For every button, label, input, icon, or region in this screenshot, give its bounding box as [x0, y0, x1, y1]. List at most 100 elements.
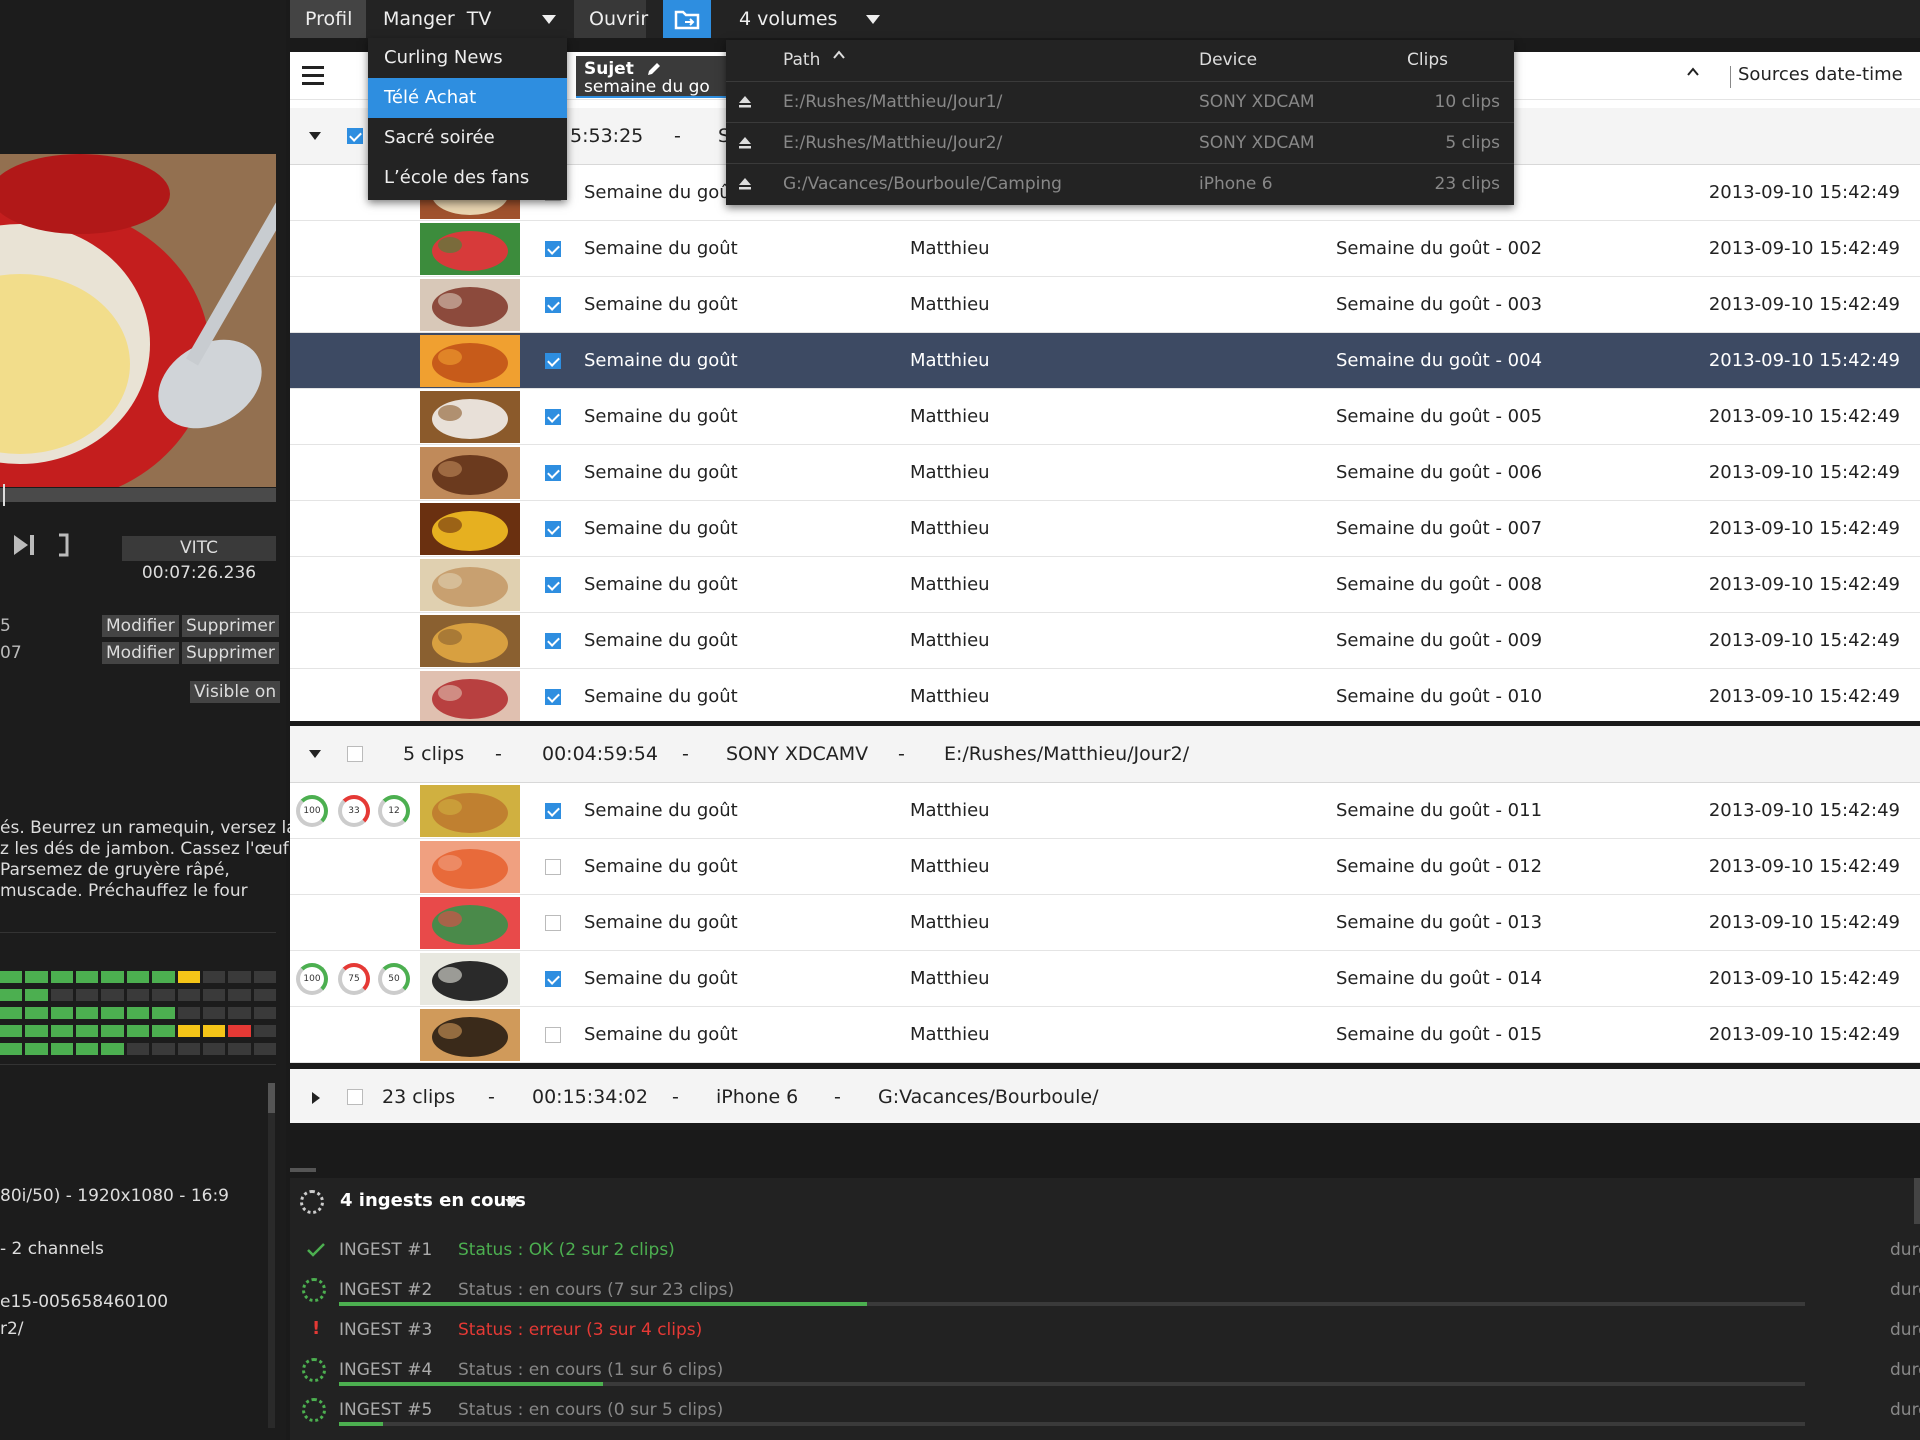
row-checkbox[interactable] — [545, 353, 561, 369]
row-checkbox[interactable] — [545, 465, 561, 481]
volume-row[interactable]: E:/Rushes/Matthieu/Jour2/SONY XDCAM 5 cli… — [726, 122, 1514, 163]
table-row[interactable]: 100 75 50 Semaine du goût Matthieu Semaine du… — [290, 951, 1920, 1007]
row-checkbox[interactable] — [545, 633, 561, 649]
eject-icon[interactable] — [738, 136, 752, 150]
eject-icon[interactable] — [738, 95, 752, 109]
group-checkbox[interactable] — [347, 746, 363, 762]
playhead[interactable] — [3, 484, 5, 506]
author-cell: Matthieu — [910, 686, 990, 707]
collapse-caret-icon[interactable] — [308, 748, 322, 760]
ouvrir-button[interactable]: Ouvrir — [574, 0, 648, 38]
clip-thumbnail[interactable] — [420, 785, 520, 837]
clip-thumbnail[interactable] — [420, 279, 520, 331]
ingest-row[interactable]: INGEST #3 Status : erreur (3 sur 4 clips)… — [290, 1310, 1920, 1350]
group-header[interactable]: 23 clips - 00:15:34:02 - iPhone 6 - G:Vacances… — [290, 1069, 1920, 1126]
mark-out-icon[interactable] — [58, 533, 70, 564]
group-checkbox[interactable] — [347, 1089, 363, 1105]
hamburger-menu-icon[interactable] — [302, 66, 324, 86]
table-row[interactable]: Semaine du goût Matthieu Semaine du goût -… — [290, 1007, 1920, 1063]
volume-row[interactable]: E:/Rushes/Matthieu/Jour1/SONY XDCAM 10 cl… — [726, 81, 1514, 122]
author-cell: Matthieu — [910, 912, 990, 933]
table-row[interactable]: Semaine du goût Matthieu Semaine du goût -… — [290, 333, 1920, 389]
clip-thumbnail[interactable] — [420, 615, 520, 667]
clip-thumbnail[interactable] — [420, 391, 520, 443]
clip-thumbnail[interactable] — [420, 841, 520, 893]
supprimer-button-1[interactable]: Supprimer — [182, 615, 279, 637]
path-header[interactable]: Path — [783, 40, 820, 81]
separator-dash: - — [834, 1086, 841, 1108]
progress-ring: 50 — [378, 963, 410, 995]
next-frame-icon[interactable] — [14, 533, 36, 564]
left-scrollbar[interactable] — [268, 1083, 275, 1428]
profile-menu-item[interactable]: Curling News — [368, 38, 567, 78]
table-row[interactable]: Semaine du goût Matthieu Semaine du goût -… — [290, 669, 1920, 725]
row-checkbox[interactable] — [545, 915, 561, 931]
row-checkbox[interactable] — [545, 297, 561, 313]
collapse-caret-icon[interactable] — [308, 130, 322, 142]
chevron-down-icon[interactable] — [505, 1199, 519, 1208]
splitter-handle[interactable] — [290, 1168, 316, 1172]
table-row[interactable]: Semaine du goût Matthieu Semaine du goût -… — [290, 389, 1920, 445]
sort-asc-icon[interactable] — [832, 49, 846, 61]
volumes-select[interactable]: 4 volumes — [724, 0, 898, 38]
row-checkbox[interactable] — [545, 1027, 561, 1043]
row-checkbox[interactable] — [545, 577, 561, 593]
table-row[interactable]: Semaine du goût Matthieu Semaine du goût -… — [290, 613, 1920, 669]
modifier-button-2[interactable]: Modifier — [102, 642, 179, 664]
meter-segment — [0, 989, 23, 1001]
visible-on-button[interactable]: Visible on — [190, 681, 281, 703]
profile-menu-item[interactable]: L’école des fans — [368, 158, 567, 198]
profile-menu-item[interactable]: Sacré soirée — [368, 118, 567, 158]
clips-header[interactable]: Clips — [1407, 40, 1448, 81]
table-row[interactable]: Semaine du goût Matthieu Semaine du goût -… — [290, 895, 1920, 951]
table-row[interactable]: 100 33 12 Semaine du goût Matthieu Semaine du… — [290, 783, 1920, 839]
profil-button[interactable]: Profil — [290, 0, 366, 38]
meter-segment — [0, 1043, 23, 1055]
ingest-scrollbar[interactable] — [1914, 1178, 1920, 1224]
clip-thumbnail[interactable] — [420, 671, 520, 723]
eject-icon[interactable] — [738, 177, 752, 191]
row-checkbox[interactable] — [545, 803, 561, 819]
table-row[interactable]: Semaine du goût Matthieu Semaine du goût -… — [290, 221, 1920, 277]
table-row[interactable]: Semaine du goût Matthieu Semaine du goût -… — [290, 445, 1920, 501]
clip-thumbnail[interactable] — [420, 447, 520, 499]
sort-asc-icon[interactable] — [1686, 66, 1700, 78]
open-folder-button[interactable] — [663, 0, 711, 38]
ingest-row[interactable]: INGEST #1 Status : OK (2 sur 2 clips) dure — [290, 1230, 1920, 1270]
profile-menu-item[interactable]: Télé Achat — [368, 78, 567, 118]
row-checkbox[interactable] — [545, 971, 561, 987]
expand-caret-icon[interactable] — [310, 1091, 322, 1105]
device-header[interactable]: Device — [1199, 40, 1257, 81]
volume-row[interactable]: G:/Vacances/Bourboule/Camping iPhone 6 23 … — [726, 163, 1514, 204]
subject-filter[interactable]: Sujet semaine du go — [576, 56, 728, 98]
supprimer-button-2[interactable]: Supprimer — [182, 642, 279, 664]
meter-segment — [177, 1043, 200, 1055]
clip-thumbnail[interactable] — [420, 335, 520, 387]
ingest-title[interactable]: 4 ingests en cours — [340, 1190, 526, 1211]
table-row[interactable]: Semaine du goût Matthieu Semaine du goût -… — [290, 557, 1920, 613]
row-checkbox[interactable] — [545, 521, 561, 537]
clip-thumbnail[interactable] — [420, 503, 520, 555]
timeline-scrubber[interactable] — [0, 488, 276, 502]
clip-thumbnail[interactable] — [420, 953, 520, 1005]
subject-cell: Semaine du goût — [584, 800, 738, 821]
table-row[interactable]: Semaine du goût Matthieu Semaine du goût -… — [290, 501, 1920, 557]
row-checkbox[interactable] — [545, 859, 561, 875]
clip-thumbnail[interactable] — [420, 559, 520, 611]
profile-select[interactable]: Manger TV — [368, 0, 568, 38]
group-header[interactable]: 5 clips - 00:04:59:54 - SONY XDCAMV - E:/Rushe… — [290, 726, 1920, 783]
row-checkbox[interactable] — [545, 409, 561, 425]
row-checkbox[interactable] — [545, 689, 561, 705]
video-preview[interactable] — [0, 154, 276, 487]
clip-thumbnail[interactable] — [420, 897, 520, 949]
subject-filter-input[interactable]: semaine du go — [584, 77, 710, 97]
sources-datetime-header[interactable]: Sources date-time — [1738, 64, 1903, 85]
group-checkbox[interactable] — [347, 128, 363, 144]
meter-segment — [0, 971, 23, 983]
table-row[interactable]: Semaine du goût Matthieu Semaine du goût -… — [290, 277, 1920, 333]
clip-thumbnail[interactable] — [420, 223, 520, 275]
modifier-button-1[interactable]: Modifier — [102, 615, 179, 637]
table-row[interactable]: Semaine du goût Matthieu Semaine du goût -… — [290, 839, 1920, 895]
clip-thumbnail[interactable] — [420, 1009, 520, 1061]
row-checkbox[interactable] — [545, 241, 561, 257]
